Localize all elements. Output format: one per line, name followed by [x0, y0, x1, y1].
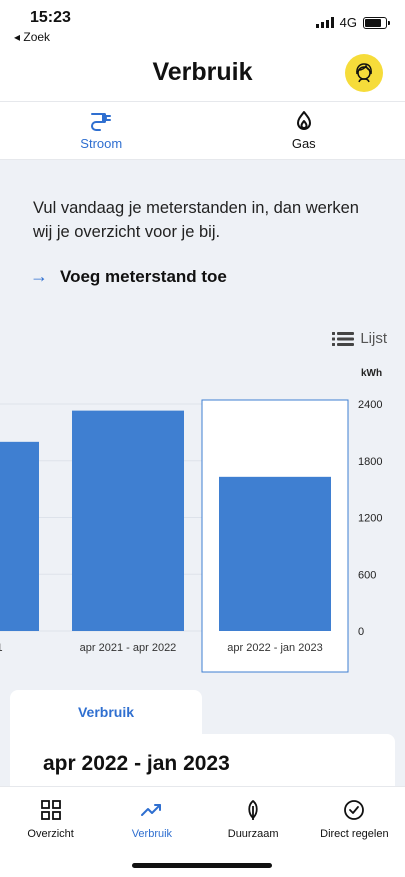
list-toggle-label: Lijst	[360, 330, 387, 347]
check-circle-icon	[344, 799, 365, 820]
nav-label: Duurzaam	[227, 827, 279, 840]
nav-verbruik[interactable]: Verbruik	[101, 787, 202, 851]
avatar[interactable]	[345, 54, 383, 92]
y-tick-label: 0	[358, 626, 364, 638]
y-tick-label: 600	[358, 569, 376, 581]
detail-tab-label: Verbruik	[77, 704, 135, 720]
meter-reading-hint: Vul vandaag je meterstanden in, dan werk…	[33, 199, 359, 241]
nav-label: Overzicht	[27, 827, 74, 840]
list-view-toggle[interactable]: Lijst	[332, 330, 387, 347]
battery-icon	[363, 16, 390, 29]
status-time: 15:23	[30, 9, 71, 26]
energy-tabs: Stroom Gas	[0, 102, 405, 160]
usage-bar-chart: 2400 1800 1200 600 0 pr 2021 apr 2021 - apr 20…	[0, 384, 405, 684]
detail-panel: apr 2022 - jan 2023	[10, 734, 395, 786]
usage-content: Vul vandaag je meterstanden in, dan werk…	[0, 160, 405, 786]
detail-period-title: apr 2022 - jan 2023	[43, 752, 230, 775]
tab-label: Stroom	[80, 136, 123, 151]
bottom-navigation: Overzicht Verbruik Duurzaam Direct regel…	[0, 786, 405, 877]
add-meter-reading-link[interactable]: → Voeg meterstand toe	[30, 266, 227, 287]
add-meter-reading-label: Voeg meterstand toe	[60, 266, 227, 286]
tab-label: Gas	[291, 136, 316, 151]
network-label: 4G	[339, 15, 357, 30]
flame-icon	[296, 111, 311, 130]
signal-icon	[315, 17, 334, 28]
y-tick-label: 2400	[358, 399, 382, 411]
plug-icon	[91, 113, 112, 131]
nav-overzicht[interactable]: Overzicht	[0, 787, 101, 851]
x-tick-label: apr 2021 - apr 2022	[80, 642, 177, 654]
tab-stroom[interactable]: Stroom	[0, 102, 203, 159]
nav-label: Direct regelen	[320, 827, 389, 840]
avatar-face-icon	[356, 63, 372, 83]
chart-bar	[72, 410, 184, 631]
list-icon	[332, 331, 355, 346]
status-bar: 15:23 ◂ Zoek 4G	[0, 0, 405, 46]
nav-direct-regelen[interactable]: Direct regelen	[304, 787, 405, 851]
grid-icon	[40, 799, 61, 820]
x-tick-label: pr 2021	[0, 642, 3, 654]
y-tick-label: 1200	[358, 513, 382, 525]
app-header: Verbruik	[0, 46, 405, 102]
usage-bar-chart-svg: 2400 1800 1200 600 0 pr 2021 apr 2021 - apr 20…	[0, 399, 382, 673]
arrow-right-icon: →	[30, 266, 48, 286]
y-tick-label: 1800	[358, 456, 382, 468]
back-to-search-link[interactable]: ◂ Zoek	[14, 30, 50, 44]
chart-bar	[0, 441, 39, 631]
home-indicator	[132, 863, 272, 868]
chart-bar	[219, 476, 331, 631]
x-tick-label: apr 2022 - jan 2023	[227, 642, 322, 654]
nav-duurzaam[interactable]: Duurzaam	[203, 787, 304, 851]
leaf-icon	[248, 799, 258, 820]
chart-unit-label: kWh	[361, 368, 383, 379]
detail-tab-verbruik[interactable]: Verbruik	[10, 690, 202, 736]
trend-up-icon	[140, 803, 161, 816]
tab-gas[interactable]: Gas	[203, 102, 405, 159]
nav-label: Verbruik	[131, 827, 173, 840]
status-indicators: 4G	[315, 15, 390, 30]
